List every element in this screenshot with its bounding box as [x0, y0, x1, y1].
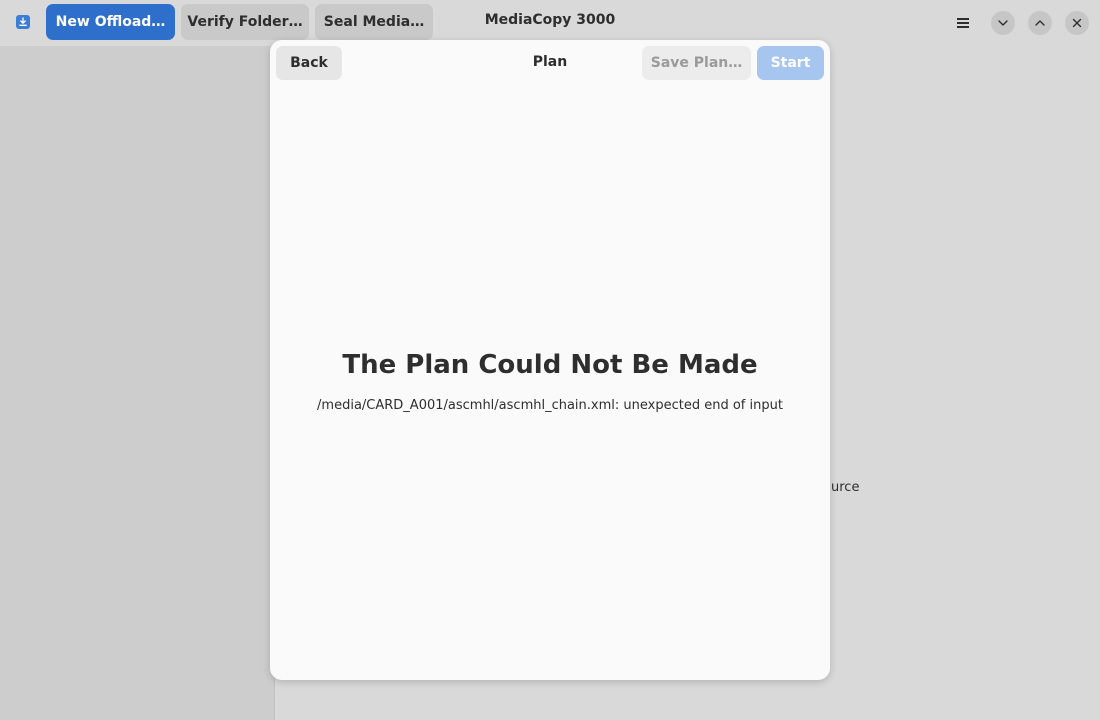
- close-icon: [1072, 18, 1082, 28]
- status-title: The Plan Could Not Be Made: [342, 350, 758, 380]
- new-offload-button[interactable]: New Offload…: [46, 4, 175, 40]
- start-button[interactable]: Start: [757, 46, 824, 80]
- save-plan-button[interactable]: Save Plan…: [642, 46, 751, 80]
- app-window: New Offload… Verify Folder… Seal Media… …: [0, 0, 1100, 720]
- maximize-button[interactable]: [1028, 11, 1052, 35]
- close-window-button[interactable]: [1065, 11, 1089, 35]
- hamburger-menu-icon[interactable]: [950, 11, 976, 35]
- chevron-down-icon: [998, 20, 1008, 26]
- back-button[interactable]: Back: [276, 46, 342, 80]
- download-icon: [16, 15, 30, 29]
- dialog-title: Plan: [532, 54, 568, 70]
- seal-media-button[interactable]: Seal Media…: [315, 4, 433, 40]
- verify-folder-button[interactable]: Verify Folder…: [181, 4, 309, 40]
- chevron-up-icon: [1035, 20, 1045, 26]
- background-partial-text: urce: [831, 480, 860, 495]
- minimize-button[interactable]: [991, 11, 1015, 35]
- plan-dialog: Back Plan Save Plan… Start The Plan Coul…: [270, 40, 830, 680]
- status-description: /media/CARD_A001/ascmhl/ascmhl_chain.xml…: [317, 398, 783, 413]
- window-title: MediaCopy 3000: [484, 12, 616, 28]
- sidebar: [0, 46, 275, 720]
